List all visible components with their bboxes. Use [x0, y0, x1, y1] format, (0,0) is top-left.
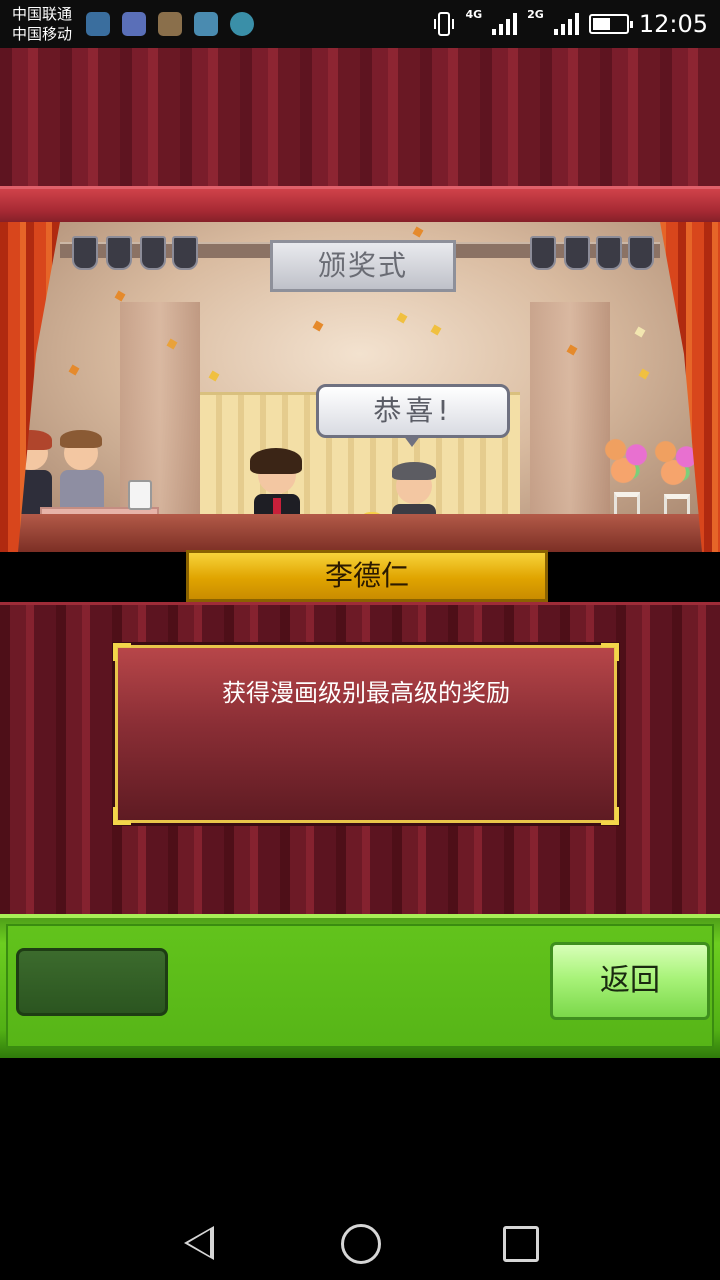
signal-icon-1 [492, 13, 518, 35]
game-scene: 颁奖式 恭喜! 李德仁 获得漫画级别最高级的奖励 返回 [0, 48, 720, 1058]
spotlight-icon [140, 236, 166, 270]
award-cup-icon [128, 480, 152, 510]
nav-home-icon[interactable] [341, 1224, 381, 1264]
confetti [396, 312, 408, 324]
back-button[interactable]: 返回 [550, 942, 710, 1020]
panel-corner [113, 643, 131, 661]
panel-corner [601, 643, 619, 661]
ceremony-sign: 颁奖式 [270, 240, 456, 292]
spotlight-icon [72, 236, 98, 270]
gallery-icon [194, 12, 218, 36]
network-type-2: 2G [527, 7, 544, 21]
battery-fill [592, 18, 611, 30]
status-right: 4G 2G 12:05 [433, 0, 708, 48]
nav-recent-apps-icon[interactable] [503, 1226, 539, 1262]
confetti [430, 324, 442, 336]
action-bar: 返回 [0, 914, 720, 1058]
spotlight-icon [530, 236, 556, 270]
spotlight-icon [596, 236, 622, 270]
nav-back-icon[interactable] [184, 1226, 214, 1260]
vibrate-icon [434, 12, 455, 36]
confetti [208, 370, 220, 382]
battery-icon [588, 14, 633, 34]
confetti [412, 226, 424, 238]
carrier-2: 中国移动 [12, 25, 73, 43]
spotlight-icon [628, 236, 654, 270]
speech-bubble: 恭喜! [316, 384, 510, 438]
confetti [634, 326, 646, 338]
presenter-hair [392, 462, 436, 480]
award-description-panel: 获得漫画级别最高级的奖励 [112, 642, 620, 826]
stage-floor [0, 514, 720, 552]
notification-icons [86, 12, 254, 36]
panel-corner [601, 807, 619, 825]
signal-icon-2 [553, 13, 579, 35]
confetti [312, 320, 324, 332]
award-description: 获得漫画级别最高级的奖励 [222, 679, 510, 707]
award-stage: 颁奖式 恭喜! [0, 222, 720, 552]
spotlight-icon [106, 236, 132, 270]
winner-hair [250, 448, 302, 474]
spotlight-icon [564, 236, 590, 270]
status-bar: 中国联通 中国移动 4G 2G 12:05 [0, 0, 720, 48]
spotlight-icon [172, 236, 198, 270]
judge-hair [60, 430, 102, 448]
curtain-valance [0, 186, 720, 225]
clock: 12:05 [638, 10, 708, 38]
carrier-1: 中国联通 [12, 5, 73, 23]
app-icon [122, 12, 146, 36]
panel-corner [113, 807, 131, 825]
confetti [114, 290, 126, 302]
chat-icon [230, 12, 254, 36]
empty-slot-button [16, 948, 168, 1016]
flower-bouquet-icon [600, 434, 652, 486]
winner-name-plate: 李德仁 [186, 550, 548, 602]
navigation-bar [0, 1178, 720, 1280]
confetti [638, 368, 650, 380]
carrier-info: 中国联通 中国移动 [12, 4, 72, 44]
network-type-1: 4G [465, 7, 483, 21]
app-icon [86, 12, 110, 36]
app-icon [158, 12, 182, 36]
top-curtain [0, 48, 720, 188]
speech-bubble-tail [403, 435, 421, 447]
confetti [68, 364, 80, 376]
